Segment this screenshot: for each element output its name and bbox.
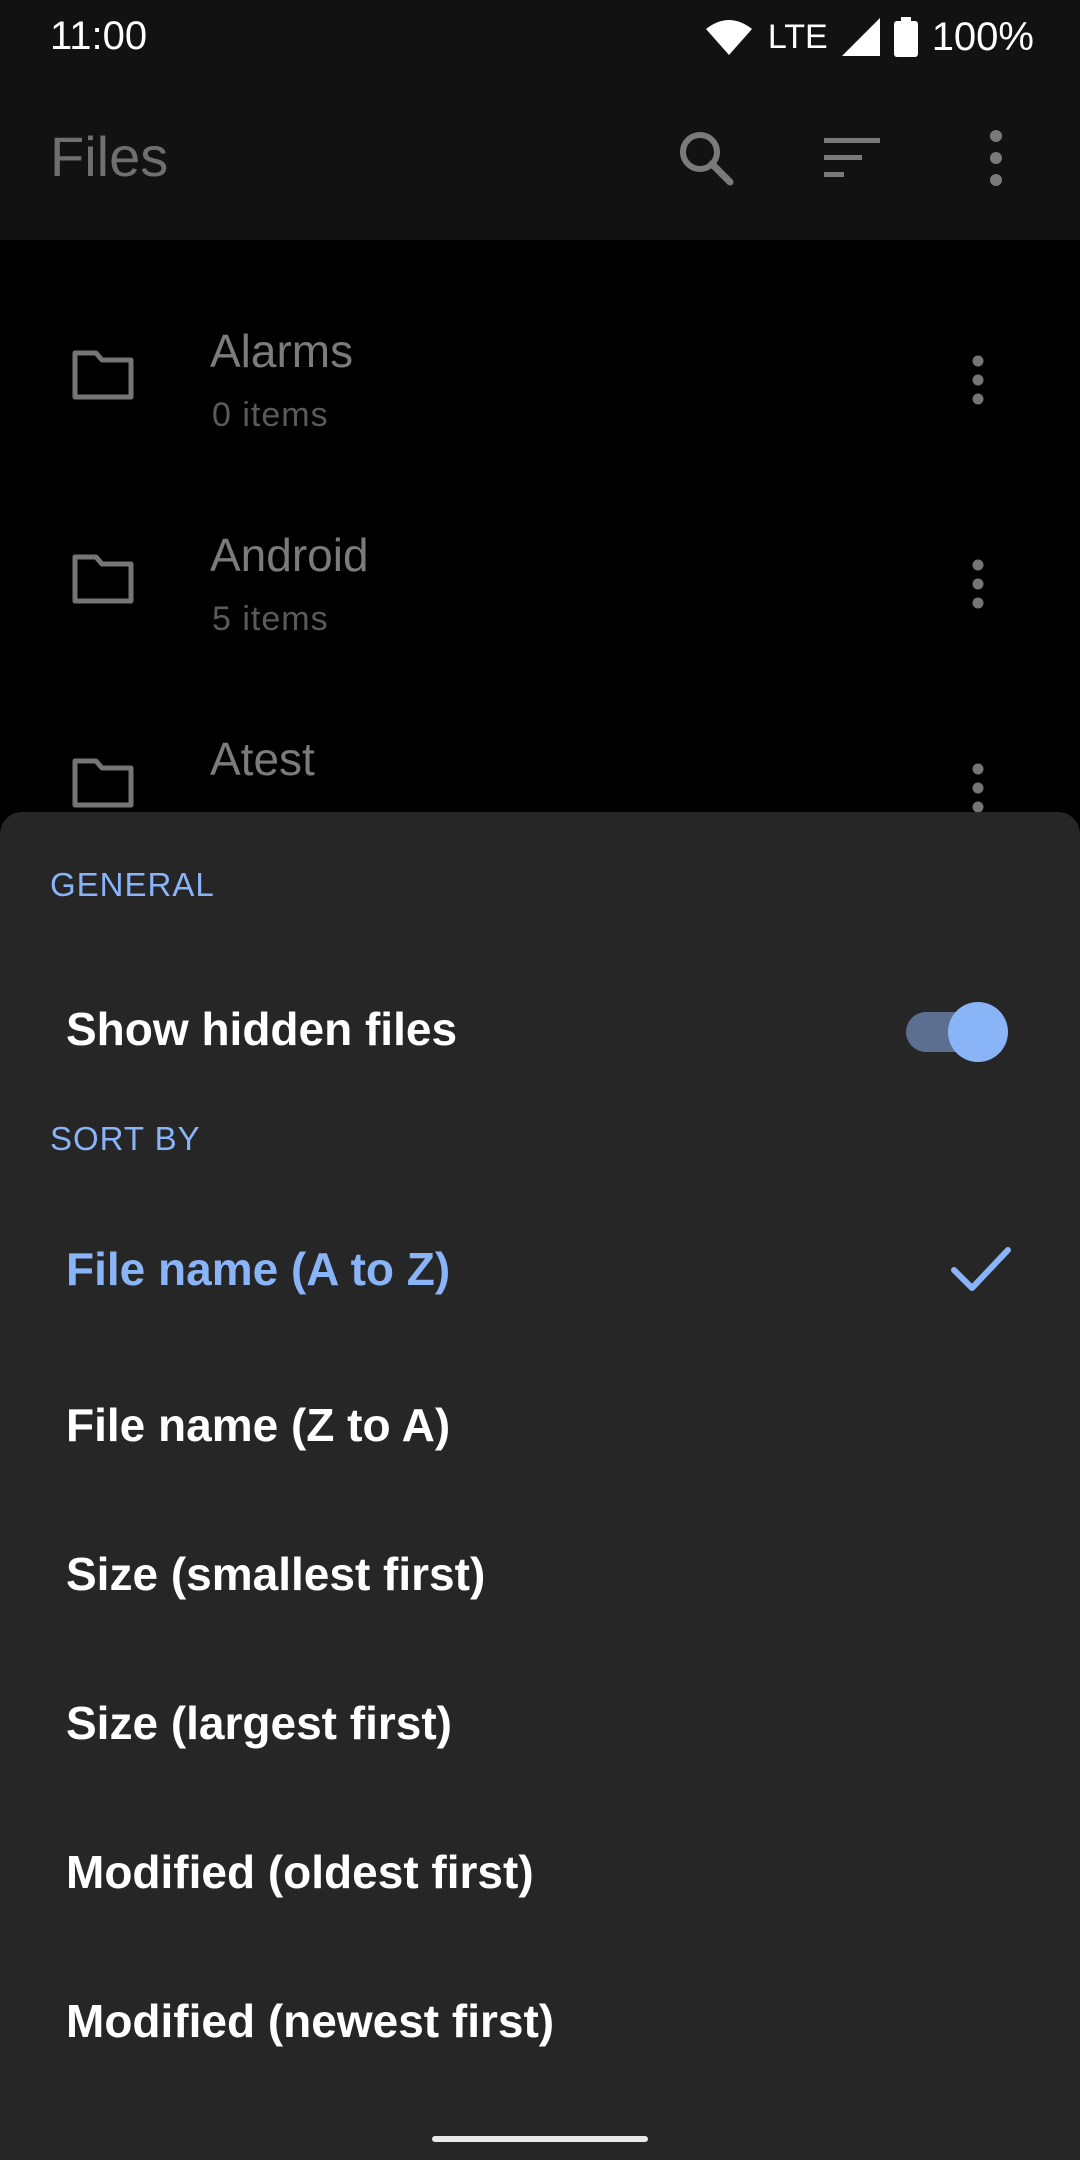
- more-vert-icon: [972, 355, 984, 405]
- sort-option-modified-desc[interactable]: Modified (newest first): [0, 1956, 1080, 2086]
- list-item[interactable]: Alarms 0 items: [0, 240, 1080, 444]
- show-hidden-files-label: Show hidden files: [66, 1003, 458, 1055]
- app-title: Files: [50, 125, 169, 188]
- sort-option-label: Modified (oldest first): [66, 1846, 534, 1898]
- sort-button[interactable]: [812, 118, 892, 198]
- sort-option-size-asc[interactable]: Size (smallest first): [0, 1509, 1080, 1639]
- search-button[interactable]: [666, 118, 746, 198]
- general-section-label: GENERAL: [50, 866, 215, 903]
- battery-icon: [893, 17, 918, 57]
- show-hidden-files-row[interactable]: Show hidden files: [0, 962, 1080, 1092]
- wifi-icon: [705, 20, 752, 55]
- folder-count: 0 items: [212, 396, 329, 434]
- folder-name: Android: [210, 529, 369, 581]
- check-icon: [951, 1247, 1011, 1291]
- show-hidden-files-toggle[interactable]: [906, 1002, 1010, 1062]
- folder-icon: [72, 758, 134, 808]
- sort-option-label: Modified (newest first): [66, 1995, 555, 2047]
- network-type: LTE: [767, 17, 828, 56]
- sort-option-label: Size (largest first): [66, 1697, 452, 1749]
- item-more-button[interactable]: [960, 552, 996, 616]
- battery-percent: 100%: [931, 14, 1034, 59]
- folder-count: 5 items: [212, 600, 329, 638]
- folder-list: Alarms 0 items Android 5 items Atest: [0, 240, 1080, 852]
- sort-icon: [824, 138, 880, 177]
- signal-icon: [841, 18, 880, 56]
- sort-by-section-label: SORT BY: [50, 1120, 201, 1157]
- list-item[interactable]: Android 5 items: [0, 444, 1080, 648]
- sort-option-label: Size (smallest first): [66, 1548, 486, 1600]
- toggle-thumb: [948, 1002, 1008, 1062]
- folder-icon: [72, 554, 134, 604]
- sort-option-name-asc[interactable]: File name (A to Z): [0, 1204, 1080, 1334]
- view-options-sheet: GENERAL Show hidden files SORT BY File n…: [0, 812, 1080, 2160]
- status-time: 11:00: [50, 14, 148, 58]
- sort-option-modified-asc[interactable]: Modified (oldest first): [0, 1807, 1080, 1937]
- more-options-button[interactable]: [956, 118, 1036, 198]
- folder-name: Atest: [210, 733, 315, 785]
- sort-option-name-desc[interactable]: File name (Z to A): [0, 1360, 1080, 1490]
- item-more-button[interactable]: [960, 348, 996, 412]
- more-vert-icon: [972, 559, 984, 609]
- folder-icon: [72, 350, 134, 400]
- folder-name: Alarms: [210, 325, 354, 377]
- more-vert-icon: [990, 130, 1002, 186]
- search-icon: [680, 132, 734, 186]
- app-bar: Files: [0, 74, 1080, 240]
- item-more-button[interactable]: [960, 756, 996, 820]
- sort-option-label: File name (Z to A): [66, 1399, 451, 1451]
- status-bar: 11:00 LTE 100%: [0, 0, 1080, 74]
- status-icons: LTE 100%: [705, 14, 1034, 60]
- more-vert-icon: [972, 763, 984, 813]
- sort-option-label: File name (A to Z): [66, 1243, 451, 1295]
- gesture-nav-handle[interactable]: [432, 2136, 648, 2142]
- sort-option-size-desc[interactable]: Size (largest first): [0, 1658, 1080, 1788]
